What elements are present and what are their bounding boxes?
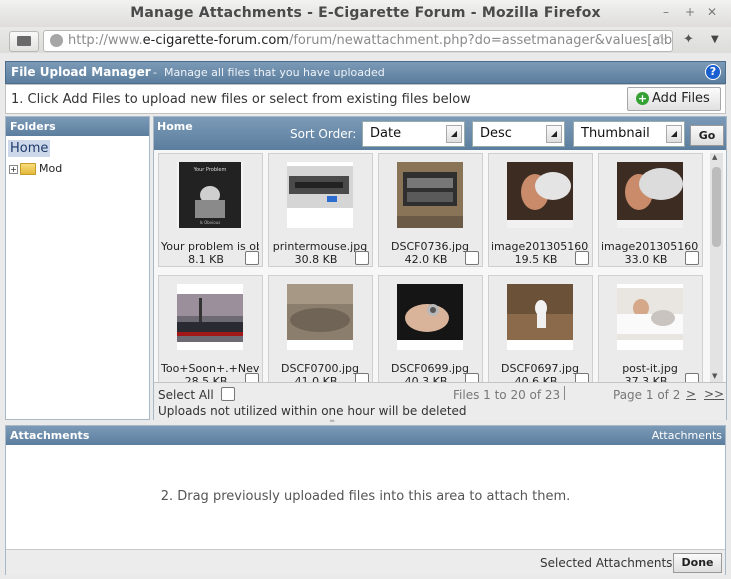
file-tile[interactable]: DSCF0697.jpg 40.6 KB [488,275,593,383]
thumbnail-image [507,284,573,350]
sort-order-label: Sort Order: [290,127,357,141]
thumbnail-image [507,162,573,228]
file-grid: Your Problem Is Obvious Your problem is o… [156,153,709,383]
file-tile[interactable]: DSCF0699.jpg 40.3 KB [378,275,483,383]
file-tile[interactable]: image20130516000 19.5 KB [488,153,593,267]
url-text: http://www.e-cigarette-forum.com/forum/n… [68,33,673,48]
file-checkbox[interactable] [355,251,369,265]
thumbnail-image [397,284,463,350]
view-mode-select[interactable]: Thumbnail ◢ [573,121,685,147]
thumbnail-image [397,162,463,228]
add-icon: + [636,92,649,105]
thumbnail-image [177,284,243,350]
file-size: 33.0 KB [624,253,668,266]
horizontal-splitter[interactable]: ═ [330,418,346,425]
attachments-panel: Attachments Attachments 2. Drag previous… [5,425,726,575]
chevron-down-icon: ◢ [666,125,682,143]
svg-text:Your Problem: Your Problem [193,167,227,173]
drop-zone-hint: 2. Drag previously uploaded files into t… [160,489,571,504]
help-icon[interactable]: ? [705,64,721,80]
window-title: Manage Attachments - E-Cigarette Forum -… [130,5,601,21]
page-subtitle: - Manage all files that you have uploade… [153,66,385,79]
file-size: 42.0 KB [404,253,448,266]
file-tile[interactable]: Your Problem Is Obvious Your problem is o… [158,153,263,267]
file-size: 8.1 KB [188,253,224,266]
file-checkbox[interactable] [465,251,479,265]
go-button[interactable]: Go [690,125,724,146]
next-page-link[interactable]: > [686,387,696,401]
file-checkbox[interactable] [575,251,589,265]
menu-chevron-icon[interactable]: ▼ [711,34,719,45]
upload-manager-header: File Upload Manager - Manage all files t… [5,61,726,84]
file-tile[interactable]: DSCF0700.jpg 41.0 KB [268,275,373,383]
sort-direction-select[interactable]: Desc ◢ [472,121,565,147]
folder-home[interactable]: Home [8,140,51,157]
select-all-label: Select All [158,388,214,402]
attachments-footer: Selected Attachments: Done [6,549,725,575]
bookmark-star-icon[interactable]: ☆ [654,31,667,49]
deletion-notice: Uploads not utilized within one hour wil… [158,404,467,418]
attachments-link[interactable]: Attachments [652,426,722,445]
file-tile[interactable]: post-it.jpg 37.3 KB [598,275,703,383]
chevron-down-icon: ◢ [446,125,462,143]
folder-icon [20,163,36,175]
file-grid-scrollbar[interactable]: ▲ ▼ [710,153,723,383]
attachments-header: Attachments Attachments [6,426,725,445]
divider [564,386,565,400]
page-title: File Upload Manager [11,65,151,79]
files-count: Files 1 to 20 of 23 [453,388,561,402]
window-titlebar: Manage Attachments - E-Cigarette Forum -… [0,0,731,28]
file-tile[interactable]: image20130516000 33.0 KB [598,153,703,267]
chevron-down-icon: ◢ [546,125,562,143]
folder-mod[interactable]: + Mod [9,162,62,175]
browser-footer: Select All Files 1 to 20 of 23 Page 1 of… [154,382,726,420]
file-tile[interactable]: printermouse.jpg 30.8 KB [268,153,373,267]
instructions-bar: 1. Click Add Files to upload new files o… [5,84,726,114]
expand-icon[interactable]: + [9,164,18,174]
last-page-link[interactable]: >> [704,387,724,401]
add-files-button[interactable]: + Add Files [627,87,721,111]
file-checkbox[interactable] [685,251,699,265]
current-folder: Home [157,120,193,133]
file-size: 30.8 KB [294,253,338,266]
extension-icon[interactable]: ✦ [683,32,694,47]
navigation-bar: http://www.e-cigarette-forum.com/forum/n… [0,27,731,53]
folders-panel: Folders Home + Mod [5,116,150,420]
selected-attachments-label: Selected Attachments: [540,556,677,570]
page-indicator: Page 1 of 2 [613,388,681,402]
file-tile[interactable]: DSCF0736.jpg 42.0 KB [378,153,483,267]
file-checkbox[interactable] [245,251,259,265]
browser-toolbar: Home Sort Order: Date ◢ Desc ◢ Thumbnail ◢ … [154,117,726,150]
file-tile[interactable]: Too+Soon+.+Neve 28.5 KB [158,275,263,383]
file-size: 19.5 KB [514,253,558,266]
url-field[interactable]: http://www.e-cigarette-forum.com/forum/n… [43,30,673,52]
thumbnail-image [617,284,683,350]
scrollbar-thumb[interactable] [712,167,721,247]
thumbnail-image [617,162,683,228]
instructions-text: 1. Click Add Files to upload new files o… [11,92,471,107]
thumbnail-image [287,162,353,228]
maximize-icon[interactable]: + [685,5,695,19]
select-all-checkbox[interactable] [221,387,235,401]
tab-groups-icon[interactable] [9,31,39,52]
sort-field-select[interactable]: Date ◢ [362,121,465,147]
thumbnail-image: Your Problem Is Obvious [177,162,243,228]
svg-text:Is Obvious: Is Obvious [200,220,221,225]
close-icon[interactable]: ✕ [707,5,717,19]
file-browser: Home Sort Order: Date ◢ Desc ◢ Thumbnail ◢ … [153,116,727,420]
globe-icon [50,34,63,47]
minimize-icon[interactable]: – [663,5,669,19]
thumbnail-image [287,284,353,350]
scroll-down-icon[interactable]: ▼ [712,372,717,380]
done-button[interactable]: Done [673,553,722,573]
folders-header: Folders [6,117,149,136]
scroll-up-icon[interactable]: ▲ [712,153,717,161]
vertical-splitter[interactable]: ⋮ [149,250,158,264]
